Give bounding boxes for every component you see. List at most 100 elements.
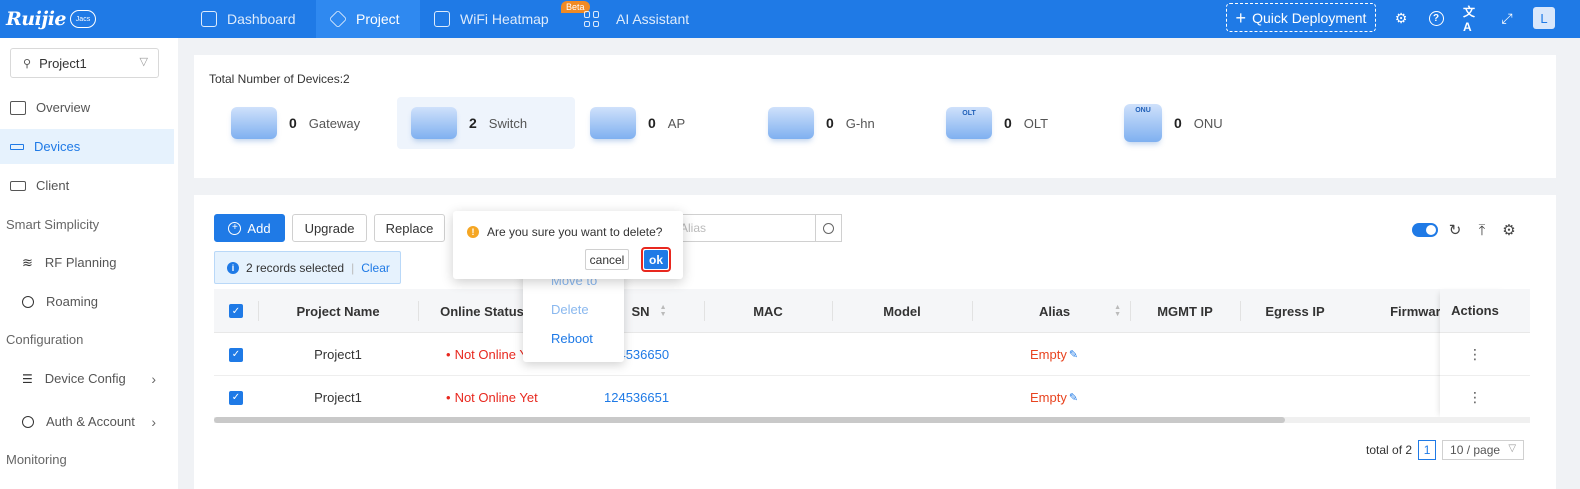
- sidebar-item-rf-planning[interactable]: ≋ RF Planning: [0, 245, 174, 280]
- add-button-label: Add: [247, 220, 271, 236]
- cancel-button[interactable]: cancel: [585, 249, 629, 270]
- row-actions-menu-button[interactable]: ⋮: [1440, 376, 1510, 419]
- device-tile-ghn[interactable]: 0 G-hn: [732, 97, 910, 149]
- search-button[interactable]: [815, 214, 842, 242]
- logo-text: Ruijie: [6, 8, 67, 30]
- avatar[interactable]: L: [1533, 7, 1555, 29]
- add-button[interactable]: + Add: [214, 214, 285, 242]
- device-tile-olt[interactable]: OLT 0 OLT: [910, 97, 1088, 149]
- refresh-icon[interactable]: ↻: [1446, 221, 1464, 239]
- column-model[interactable]: Model: [832, 289, 972, 333]
- device-tile-ap[interactable]: 0 AP: [554, 97, 732, 149]
- device-tile-gateway[interactable]: 0 Gateway: [195, 97, 373, 149]
- sidebar-item-label: Device Config: [44, 371, 126, 386]
- device-count: 0: [826, 115, 834, 131]
- column-actions: Actions: [1440, 289, 1510, 333]
- sort-icon[interactable]: ▲ ▼: [1114, 304, 1121, 318]
- edit-icon[interactable]: ✎: [1069, 391, 1078, 404]
- sidebar-item-roaming[interactable]: Roaming: [0, 284, 174, 319]
- settings-icon[interactable]: ⚙: [1500, 221, 1518, 239]
- row-checkbox[interactable]: ✓: [229, 333, 243, 376]
- more-vertical-icon: ⋮: [1468, 345, 1482, 362]
- row-checkbox[interactable]: ✓: [229, 376, 243, 419]
- quick-deployment-button[interactable]: + Quick Deployment: [1226, 3, 1376, 32]
- sidebar-item-client[interactable]: Client: [0, 168, 174, 203]
- gear-icon[interactable]: ⚙: [1392, 9, 1410, 27]
- chevron-right-icon: ›: [151, 370, 156, 387]
- help-icon[interactable]: ?: [1427, 9, 1445, 27]
- sidebar-item-label: Roaming: [46, 294, 99, 309]
- upgrade-button[interactable]: Upgrade: [292, 214, 367, 242]
- device-count: 0: [648, 115, 656, 131]
- table-row[interactable]: ✓ Project1 •Not Online Yet 124536650 Emp…: [214, 333, 1530, 376]
- ok-button-label: ok: [644, 250, 668, 269]
- column-alias[interactable]: Alias ▲ ▼: [972, 289, 1130, 333]
- image-icon: [434, 11, 450, 27]
- sidebar: ⚲ Project1 ▽ Overview Devices Client Sma…: [0, 38, 178, 489]
- replace-button[interactable]: Replace: [374, 214, 445, 242]
- pagination-total: total of 2: [1366, 443, 1413, 457]
- column-project-name[interactable]: Project Name: [258, 289, 418, 333]
- select-all-checkbox[interactable]: ✓: [214, 289, 258, 333]
- table-row[interactable]: ✓ Project1 • Not Online Yet 124536651 Emp…: [214, 376, 1530, 419]
- translate-icon[interactable]: 文A: [1463, 5, 1481, 34]
- device-name: Switch: [488, 115, 528, 131]
- device-summary-card: Total Number of Devices:2 0 Gateway 2 Sw…: [194, 55, 1556, 178]
- edit-icon[interactable]: ✎: [1069, 348, 1078, 361]
- sidebar-item-auth-account[interactable]: Auth & Account ›: [0, 404, 174, 439]
- search-input[interactable]: Alias: [667, 214, 815, 242]
- device-count: 0: [289, 115, 297, 131]
- info-icon: i: [227, 261, 239, 274]
- project-tree-icon: ⚲: [23, 57, 32, 70]
- sidebar-item-device-config[interactable]: ☰ Device Config ›: [0, 361, 174, 396]
- nav-project-label: Project: [356, 11, 400, 27]
- project-select[interactable]: ⚲ Project1 ▽: [10, 48, 159, 78]
- clear-selection-link[interactable]: Clear: [361, 261, 390, 275]
- fullscreen-icon[interactable]: ⤢: [1498, 9, 1516, 27]
- horizontal-scrollbar[interactable]: [214, 417, 1530, 423]
- sidebar-item-overview[interactable]: Overview: [0, 90, 174, 125]
- export-icon[interactable]: ⤒: [1473, 221, 1491, 239]
- selected-count-text: 2 records selected: [246, 260, 345, 275]
- overview-icon: [10, 100, 26, 115]
- user-circle-icon: [22, 415, 34, 428]
- nav-ai-assistant-label: AI Assistant: [616, 11, 690, 27]
- switch-device-icon: [411, 107, 457, 139]
- device-name: OLT: [1023, 115, 1049, 131]
- ruijie-logo[interactable]: Ruijie Jacs: [6, 6, 96, 32]
- divider: |: [351, 260, 355, 275]
- column-mgmt-ip[interactable]: MGMT IP: [1130, 289, 1240, 333]
- delete-confirm-popover: ! Are you sure you want to delete? cance…: [453, 211, 683, 279]
- menu-item-reboot[interactable]: Reboot: [551, 331, 593, 346]
- nav-dashboard[interactable]: Dashboard: [192, 0, 316, 38]
- device-tile-switch[interactable]: 2 Switch: [397, 97, 575, 149]
- page-size-select[interactable]: 10 / page ▽: [1442, 440, 1525, 460]
- nav-ai-assistant[interactable]: AI Assistant: [584, 0, 714, 38]
- device-tile-onu[interactable]: ONU 0 ONU: [1088, 97, 1266, 149]
- project-select-value: Project1: [39, 55, 87, 71]
- sort-icon[interactable]: ▲ ▼: [660, 304, 667, 318]
- onu-device-icon: ONU: [1124, 104, 1162, 142]
- devices-icon: [10, 143, 24, 150]
- nav-wifi-heatmap[interactable]: WiFi Heatmap: [420, 0, 580, 38]
- cell-alias[interactable]: Empty ✎: [1030, 376, 1078, 419]
- sidebar-item-devices[interactable]: Devices: [0, 129, 174, 164]
- column-alias-label: Alias: [1038, 303, 1071, 319]
- column-sn-label: SN: [631, 303, 650, 319]
- cube-icon: [328, 9, 348, 29]
- device-name: AP: [667, 115, 686, 131]
- page-number-button[interactable]: 1: [1418, 440, 1437, 460]
- cell-sn-link[interactable]: 124536651: [604, 376, 669, 419]
- table-header: ✓ Project Name Online Status SN ▲ ▼ MAC M…: [214, 289, 1530, 333]
- column-mac[interactable]: MAC: [704, 289, 832, 333]
- ok-button[interactable]: ok: [641, 247, 671, 272]
- logo-cloud-badge: Jacs: [70, 10, 96, 28]
- menu-item-delete[interactable]: Delete: [551, 302, 589, 317]
- cell-alias[interactable]: Empty ✎: [1030, 333, 1078, 376]
- scrollbar-thumb[interactable]: [214, 417, 1285, 423]
- nav-project[interactable]: Project: [316, 0, 420, 38]
- column-toggle-switch[interactable]: [1412, 223, 1438, 237]
- pagination: total of 2 1 10 / page ▽: [1366, 439, 1525, 461]
- row-actions-menu-button[interactable]: ⋮: [1440, 333, 1510, 376]
- column-egress-ip[interactable]: Egress IP: [1240, 289, 1350, 333]
